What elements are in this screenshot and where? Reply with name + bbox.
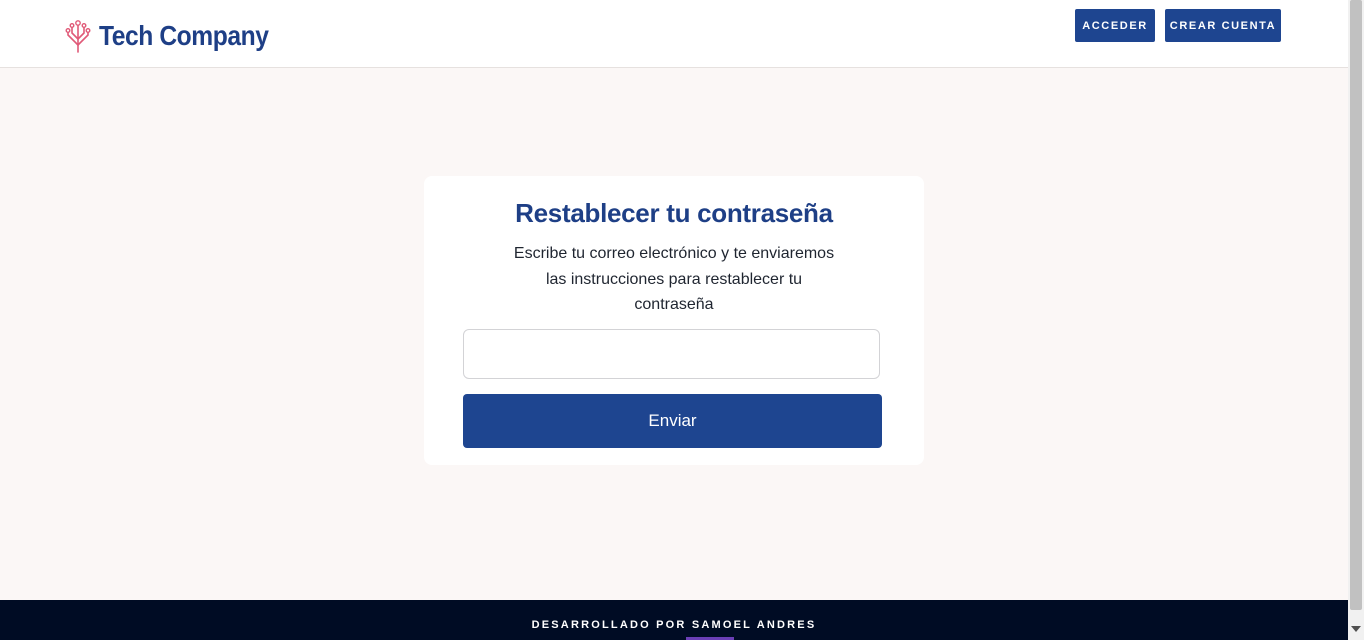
- instructions-text: Escribe tu correo electrónico y te envia…: [513, 245, 835, 313]
- logo-text: Tech Company: [99, 20, 269, 51]
- page: Tech Company ACCEDER CREAR CUENTA Restab…: [0, 0, 1348, 640]
- page-title: Restablecer tu contraseña: [515, 198, 833, 228]
- scrollbar-thumb[interactable]: [1350, 0, 1362, 610]
- login-button[interactable]: ACCEDER: [1075, 9, 1155, 42]
- scroll-down-icon[interactable]: [1351, 626, 1361, 632]
- create-account-button[interactable]: CREAR CUENTA: [1165, 9, 1281, 42]
- submit-button[interactable]: Enviar: [463, 394, 882, 448]
- footer-credit: DESARROLLADO POR SAMOEL ANDRES: [531, 619, 817, 631]
- footer: DESARROLLADO POR SAMOEL ANDRES: [0, 600, 1348, 640]
- email-input[interactable]: [463, 329, 880, 379]
- circuit-tree-icon: [65, 20, 91, 53]
- reset-password-card: Restablecer tu contraseña Escribe tu cor…: [424, 176, 924, 465]
- header: Tech Company ACCEDER CREAR CUENTA: [0, 0, 1348, 68]
- logo[interactable]: Tech Company: [64, 16, 292, 56]
- scrollbar[interactable]: [1348, 0, 1364, 640]
